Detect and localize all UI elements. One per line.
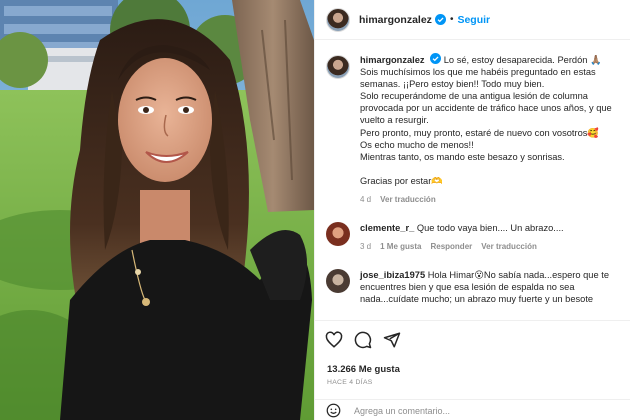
post-actions: 13.266 Me gusta HACE 4 DÍAS Agrega un co… [315,320,630,420]
caption-text: vuelto a resurgir. [360,115,429,126]
caption-time[interactable]: 4 d [360,195,371,204]
comment-text: Hola Himar😮No sabía nada...espero que te [427,270,609,281]
comments-scroll[interactable]: himargonzalez Lo sé, estoy desaparecida.… [315,41,630,320]
caption-text: provocada por un accidente de tráfico ha… [360,103,612,114]
post-date: HACE 4 DÍAS [327,379,373,386]
caption-text: Pero pronto, muy pronto, estaré de nuevo… [360,127,599,138]
caption-entry: himargonzalez Lo sé, estoy desaparecida.… [326,53,623,204]
comment-icon[interactable] [354,331,372,349]
caption-text: Sois muchísimos los que me habéis pregun… [360,67,596,78]
commenter-avatar[interactable] [326,221,350,246]
caption-text: Os echo mucho de menos!! [360,139,474,150]
add-comment-row: Agrega un comentario... [315,399,630,420]
post-photo[interactable] [0,0,314,420]
verified-icon [430,53,442,64]
caption-text: Solo recuperándome de una antigua lesión… [360,91,588,102]
comment-item: clemente_r_ Que todo vaya bien.... Un ab… [326,221,623,251]
translate-button[interactable]: Ver traducción [481,242,537,251]
action-icons [325,331,401,349]
comment-item: jose_ibiza1975 Hola Himar😮No sabía nada.… [326,269,623,305]
caption-line: himargonzalez Lo sé, estoy desaparecida.… [360,53,623,66]
post-side-panel: himargonzalez • Seguir himargonzalez Lo … [314,0,630,420]
comment-input[interactable]: Agrega un comentario... [354,406,450,416]
caption-text: Lo sé, estoy desaparecida. Perdón 🙏🏽 [443,55,602,65]
comment-likes[interactable]: 1 Me gusta [380,242,421,251]
comment-time[interactable]: 3 d [360,242,371,251]
caption-avatar[interactable] [326,55,350,79]
caption-username[interactable]: himargonzalez [360,55,425,65]
reply-button[interactable]: Responder [430,242,472,251]
comment-text: nada...cuídate mucho; un abrazo muy fuer… [360,294,594,305]
caption-closing: Gracias por estar🫶 [360,175,443,186]
comment-meta: 3 d 1 Me gusta Responder Ver traducción [360,242,623,251]
share-icon[interactable] [383,331,401,349]
verified-icon [434,14,446,25]
emoji-icon[interactable] [326,403,341,418]
separator-dot: • [449,14,454,25]
avatar[interactable] [326,7,350,32]
commenter-avatar[interactable] [326,269,350,294]
comment-username[interactable]: jose_ibiza1975 [360,270,425,280]
post-header: himargonzalez • Seguir [315,0,630,40]
comment-line: clemente_r_ Que todo vaya bien.... Un ab… [360,222,623,234]
comment-text: Que todo vaya bien.... Un abrazo.... [416,222,564,233]
heart-icon[interactable] [325,331,343,349]
comment-text: encuentres bien y que esa lesión de espa… [360,282,575,293]
like-count[interactable]: 13.266 Me gusta [327,364,400,375]
follow-button[interactable]: Seguir [457,14,490,26]
caption-text: semanas. ¡¡Pero estoy bien!! Todo muy bi… [360,79,545,90]
comment-username[interactable]: clemente_r_ [360,223,414,233]
header-username[interactable]: himargonzalez [359,14,432,26]
caption-meta: 4 d Ver traducción [360,195,623,204]
translate-button[interactable]: Ver traducción [380,195,436,204]
caption-text: Mientras tanto, os mando este besazo y s… [360,151,565,162]
comment-line: jose_ibiza1975 Hola Himar😮No sabía nada.… [360,269,623,281]
